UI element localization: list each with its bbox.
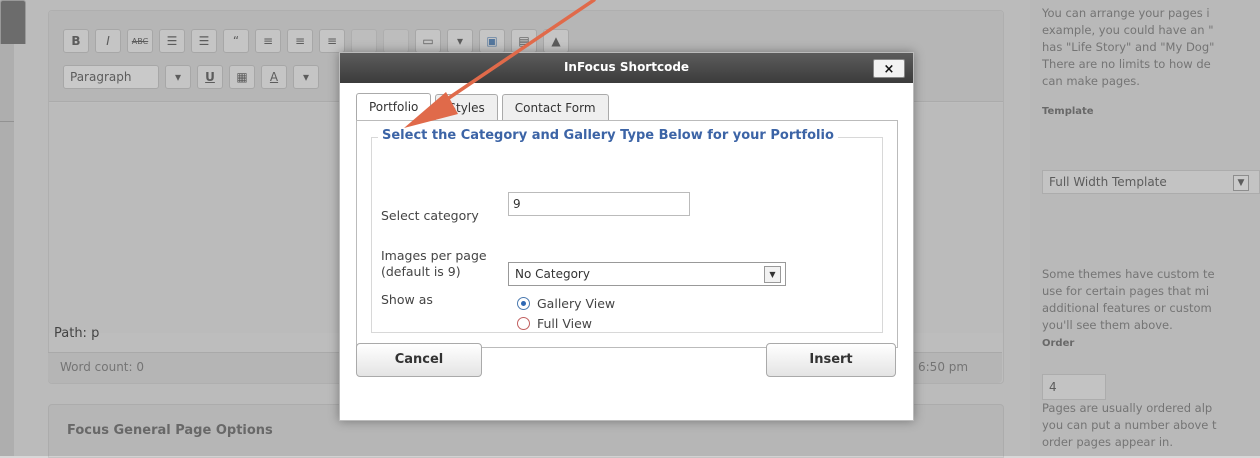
chevron-down-icon: ▼	[764, 266, 781, 283]
dialog-title: InFocus Shortcode	[563, 60, 690, 74]
dialog-titlebar[interactable]: InFocus Shortcode ×	[340, 53, 913, 83]
images-per-page-hint: (default is 9)	[381, 264, 461, 279]
dialog-tabs: Portfolio Styles Contact Form	[356, 93, 609, 121]
images-per-page-label: Images per page	[381, 248, 487, 263]
close-button[interactable]: ×	[873, 59, 905, 78]
close-icon: ×	[883, 62, 895, 77]
tab-portfolio[interactable]: Portfolio	[356, 93, 432, 121]
cancel-button[interactable]: Cancel	[356, 343, 482, 377]
full-view-label[interactable]: Full View	[537, 316, 592, 332]
tab-contact-form[interactable]: Contact Form	[501, 94, 609, 120]
show-as-label: Show as	[381, 292, 433, 307]
portfolio-panel: Select the Category and Gallery Type Bel…	[356, 120, 898, 348]
gallery-view-radio[interactable]	[517, 297, 530, 310]
fieldset-legend: Select the Category and Gallery Type Bel…	[378, 128, 838, 143]
gallery-view-label[interactable]: Gallery View	[537, 296, 615, 312]
full-view-radio[interactable]	[517, 317, 530, 330]
insert-button[interactable]: Insert	[766, 343, 896, 377]
select-category-label: Select category	[381, 208, 479, 223]
tab-styles[interactable]: Styles	[435, 94, 498, 120]
images-per-page-input[interactable]: 9	[508, 192, 690, 216]
category-select-value: No Category	[515, 267, 590, 281]
portfolio-fieldset: Select the Category and Gallery Type Bel…	[371, 128, 883, 333]
infocus-shortcode-dialog: InFocus Shortcode × Portfolio Styles Con…	[339, 52, 914, 421]
category-select[interactable]: No Category ▼	[508, 262, 786, 286]
